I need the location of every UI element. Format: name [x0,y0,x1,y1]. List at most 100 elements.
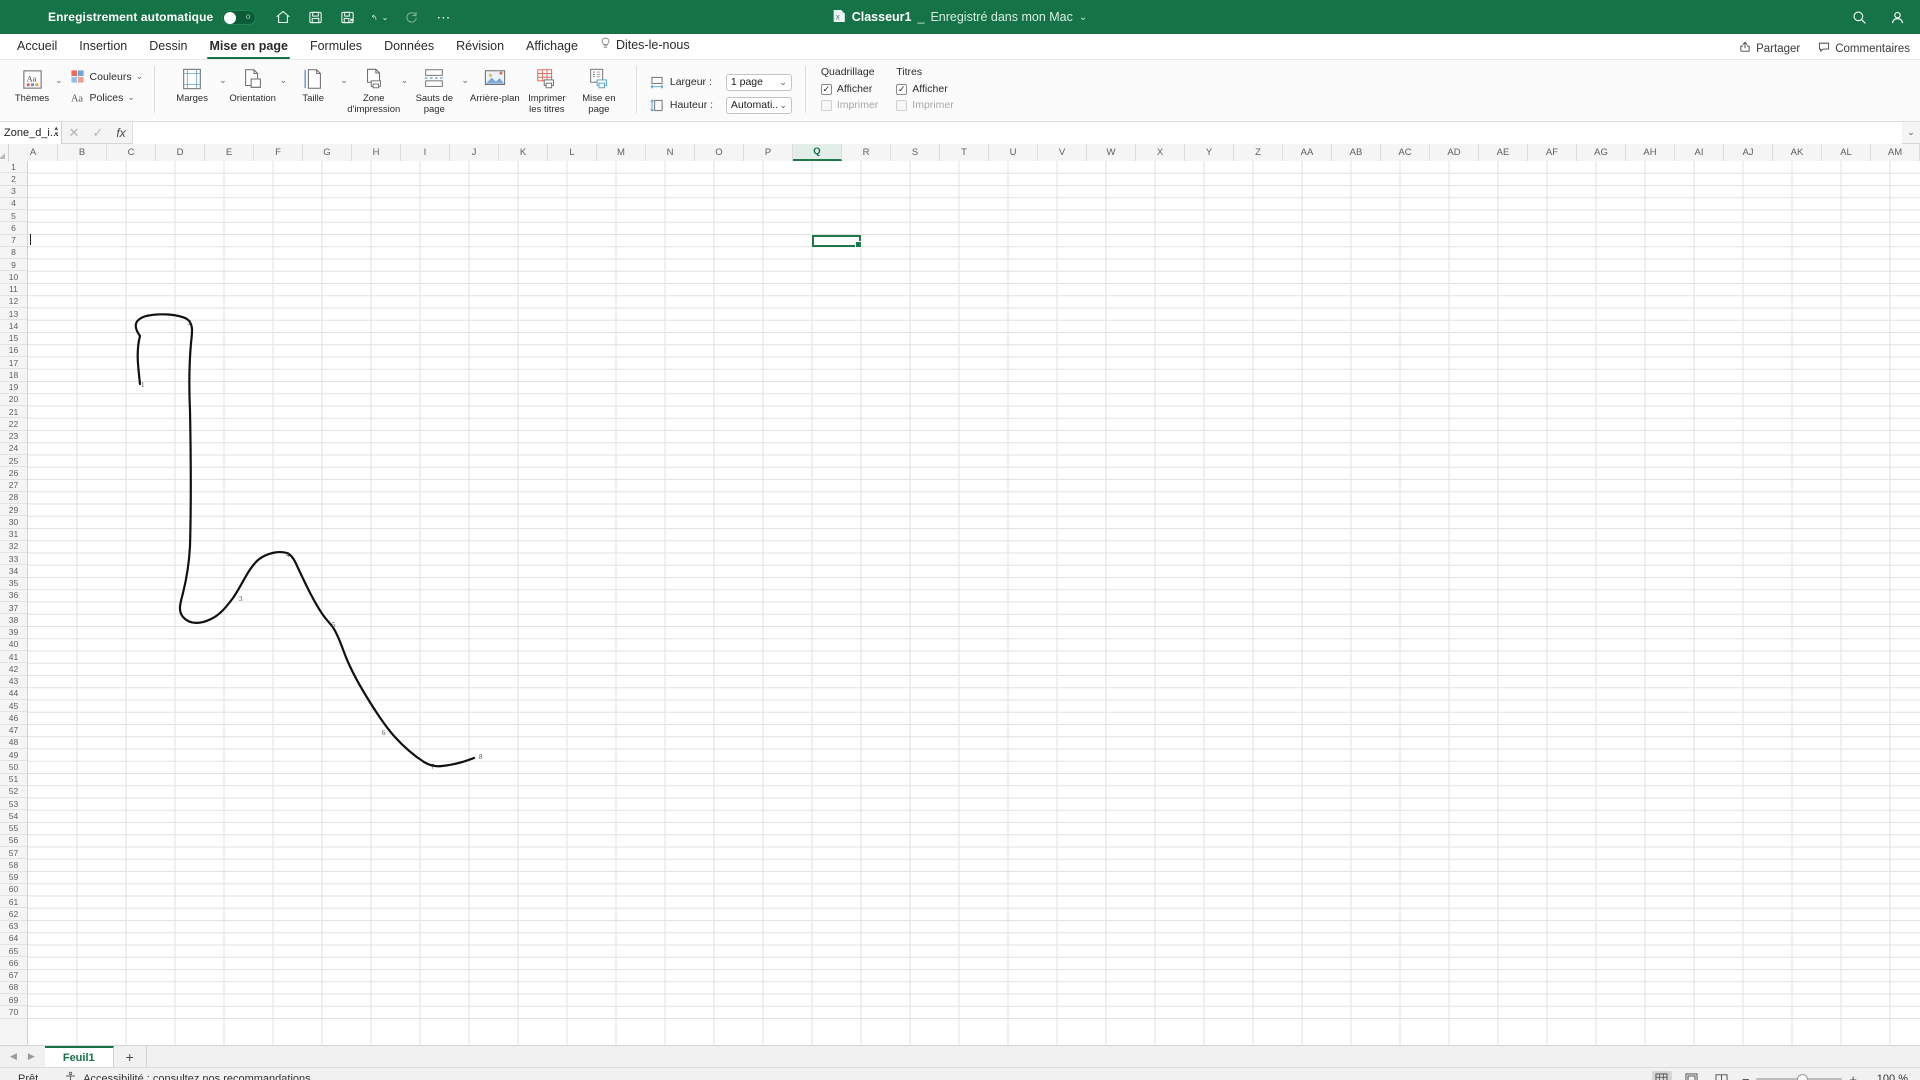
row-header-27[interactable]: 27 [0,479,27,492]
row-header-5[interactable]: 5 [0,210,27,223]
row-header-29[interactable]: 29 [0,504,27,517]
row-header-8[interactable]: 8 [0,246,27,259]
column-header-am[interactable]: AM [1871,144,1920,161]
print-titles-button[interactable]: Imprimer les titres [521,63,573,115]
row-header-57[interactable]: 57 [0,847,27,860]
share-button[interactable]: Partager [1739,41,1800,56]
column-header-d[interactable]: D [156,144,205,161]
tab-dessin[interactable]: Dessin [138,37,198,59]
row-header-20[interactable]: 20 [0,393,27,406]
row-header-23[interactable]: 23 [0,430,27,443]
row-header-61[interactable]: 61 [0,896,27,909]
row-header-32[interactable]: 32 [0,540,27,553]
row-header-43[interactable]: 43 [0,675,27,688]
home-icon[interactable] [274,8,292,26]
column-header-ai[interactable]: AI [1675,144,1724,161]
tab-formules[interactable]: Formules [299,37,373,59]
titles-view-checkbox[interactable]: ✓ Afficher [896,83,953,95]
gridlines-print-checkbox[interactable]: Imprimer [820,99,878,111]
page-breaks-button[interactable]: Sauts de page [408,63,460,115]
row-header-1[interactable]: 1 [0,161,27,174]
column-header-u[interactable]: U [989,144,1038,161]
page-layout-dialog-button[interactable]: Mise en page [573,63,625,115]
document-title[interactable]: X Classeur1 _ Enregistré dans mon Mac ⌄ [833,9,1087,26]
row-header-64[interactable]: 64 [0,932,27,945]
page-breaks-chevron-down-icon[interactable]: ⌄ [461,75,469,86]
orientation-button[interactable]: Orientation [227,63,279,105]
column-header-p[interactable]: P [744,144,793,161]
save-as-icon[interactable] [338,8,356,26]
accessibility-status-button[interactable]: Accessibilité : consultez nos recommanda… [64,1071,311,1080]
column-header-r[interactable]: R [842,144,891,161]
row-header-31[interactable]: 31 [0,528,27,541]
column-header-n[interactable]: N [646,144,695,161]
row-header-7[interactable]: 7 [0,234,27,247]
column-header-ag[interactable]: AG [1577,144,1626,161]
background-button[interactable]: Arrière-plan [469,63,521,105]
row-header-65[interactable]: 65 [0,945,27,958]
save-icon[interactable] [306,8,324,26]
row-header-51[interactable]: 51 [0,773,27,786]
column-header-w[interactable]: W [1087,144,1136,161]
column-header-k[interactable]: K [499,144,548,161]
column-header-al[interactable]: AL [1822,144,1871,161]
row-header-3[interactable]: 3 [0,185,27,198]
search-icon[interactable] [1850,8,1868,26]
orientation-chevron-down-icon[interactable]: ⌄ [280,75,288,86]
print-area-chevron-down-icon[interactable]: ⌄ [401,75,409,86]
column-header-v[interactable]: V [1038,144,1087,161]
size-button[interactable]: Taille [287,63,339,105]
row-header-46[interactable]: 46 [0,712,27,725]
row-header-52[interactable]: 52 [0,785,27,798]
row-header-13[interactable]: 13 [0,308,27,321]
column-header-j[interactable]: J [450,144,499,161]
column-header-x[interactable]: X [1136,144,1185,161]
formula-bar-expand-button[interactable]: ⌄ [1902,127,1920,138]
theme-colors-button[interactable]: Couleurs ⌄ [69,66,143,87]
row-header-63[interactable]: 63 [0,920,27,933]
row-header-44[interactable]: 44 [0,687,27,700]
insert-function-button[interactable]: fx [110,126,132,140]
row-header-62[interactable]: 62 [0,908,27,921]
zoom-in-button[interactable]: + [1849,1072,1857,1080]
column-header-af[interactable]: AF [1528,144,1577,161]
column-header-aa[interactable]: AA [1283,144,1332,161]
column-header-ac[interactable]: AC [1381,144,1430,161]
row-header-15[interactable]: 15 [0,332,27,345]
tab-insertion[interactable]: Insertion [68,37,138,59]
tab-mise-en-page[interactable]: Mise en page [198,37,299,59]
row-header-47[interactable]: 47 [0,724,27,737]
row-header-34[interactable]: 34 [0,565,27,578]
column-header-ah[interactable]: AH [1626,144,1675,161]
row-header-59[interactable]: 59 [0,871,27,884]
column-header-ad[interactable]: AD [1430,144,1479,161]
row-header-42[interactable]: 42 [0,663,27,676]
autosave-toggle[interactable]: o [222,9,257,25]
column-header-ab[interactable]: AB [1332,144,1381,161]
selected-cell[interactable] [812,234,862,249]
cancel-formula-button[interactable]: ✕ [62,125,86,141]
column-header-z[interactable]: Z [1234,144,1283,161]
column-header-ak[interactable]: AK [1773,144,1822,161]
row-header-11[interactable]: 11 [0,283,27,296]
row-header-33[interactable]: 33 [0,553,27,566]
column-header-o[interactable]: O [695,144,744,161]
chevron-down-icon[interactable]: ⌄ [1079,12,1087,23]
confirm-formula-button[interactable]: ✓ [86,125,110,141]
tab-revision[interactable]: Révision [445,37,515,59]
row-header-25[interactable]: 25 [0,455,27,468]
row-header-22[interactable]: 22 [0,418,27,431]
prev-sheet-icon[interactable]: ◀ [10,1051,17,1062]
column-header-m[interactable]: M [597,144,646,161]
row-header-50[interactable]: 50 [0,761,27,774]
tell-me-button[interactable]: Dites-le-nous [589,35,701,59]
row-header-40[interactable]: 40 [0,638,27,651]
row-header-24[interactable]: 24 [0,442,27,455]
row-header-54[interactable]: 54 [0,810,27,823]
column-header-aj[interactable]: AJ [1724,144,1773,161]
column-header-l[interactable]: L [548,144,597,161]
row-header-14[interactable]: 14 [0,320,27,333]
themes-button[interactable]: Aa Thèmes [10,63,54,105]
name-box[interactable]: Zone_d_i... ▴ ▾ [0,121,62,144]
more-icon[interactable]: ⋯ [434,8,452,26]
